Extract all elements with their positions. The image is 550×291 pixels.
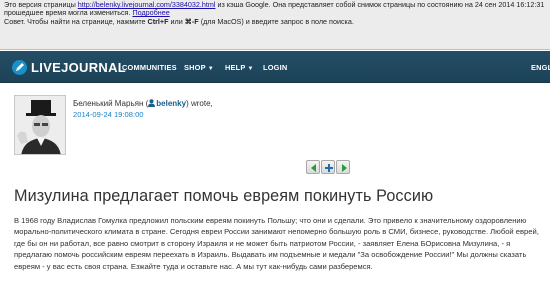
cached-page-link[interactable]: http://belenky.livejournal.com/3384032.h… bbox=[78, 1, 216, 9]
post-date[interactable]: 2014-09-24 19:08:00 bbox=[73, 110, 144, 119]
nav-login[interactable]: LOGIN bbox=[263, 63, 287, 72]
more-info-link[interactable]: Подробнее bbox=[132, 9, 169, 17]
username-link[interactable]: belenky bbox=[156, 99, 186, 108]
shortcut-key: ⌘-F bbox=[184, 17, 199, 26]
cache-text: (для MacOS) и введите запрос в поле поис… bbox=[198, 17, 354, 26]
nav-shop[interactable]: SHOP ▼ bbox=[184, 63, 214, 72]
cache-text: из кэша Google. Она представляет собой с… bbox=[215, 1, 546, 9]
cache-banner: Это версия страницы http://belenky.livej… bbox=[0, 0, 550, 50]
site-header: LIVEJOURNAL COMMUNITIES SHOP ▼ HELP ▼ LOGI… bbox=[0, 51, 550, 83]
nav-help[interactable]: HELP ▼ bbox=[225, 63, 254, 72]
cache-banner-line-2: прошедшее время могла измениться. Подроб… bbox=[4, 9, 546, 17]
cache-text: Это версия страницы bbox=[4, 1, 78, 9]
nav-login-label: LOGIN bbox=[263, 63, 288, 72]
add-to-memories-button[interactable] bbox=[321, 160, 335, 174]
plus-icon bbox=[325, 164, 333, 172]
nav-language-label: ENGL bbox=[531, 63, 550, 72]
nav-help-label: HELP bbox=[225, 63, 246, 72]
post-body: В 1968 году Владислав Гомулка предложил … bbox=[14, 216, 539, 271]
cache-banner-line-3: Совет. Чтобы найти на странице, нажмите … bbox=[4, 18, 546, 26]
user-icon[interactable] bbox=[148, 99, 156, 107]
cache-text: Совет. Чтобы найти на странице, нажмите bbox=[4, 17, 148, 26]
arrow-left-icon bbox=[311, 164, 316, 172]
next-entry-button[interactable] bbox=[336, 160, 350, 174]
nav-communities-label: COMMUNITIES bbox=[122, 63, 177, 72]
chevron-down-icon: ▼ bbox=[207, 66, 214, 72]
arrow-right-icon bbox=[342, 164, 347, 172]
chevron-down-icon: ▼ bbox=[247, 66, 254, 72]
livejournal-pencil-icon[interactable] bbox=[12, 60, 27, 75]
cache-text: или bbox=[168, 17, 185, 26]
livejournal-wordmark[interactable]: LIVEJOURNAL bbox=[31, 60, 126, 75]
avatar[interactable] bbox=[14, 95, 66, 155]
author-name: Беленький Марьян ( bbox=[73, 99, 149, 108]
wrote-label: ) wrote, bbox=[186, 99, 213, 108]
cache-text: прошедшее время могла измениться. bbox=[4, 9, 133, 18]
previous-entry-button[interactable] bbox=[306, 160, 320, 174]
nav-communities[interactable]: COMMUNITIES bbox=[122, 63, 177, 72]
entry-author-line: Беленький Марьян ( belenky) wrote, bbox=[73, 99, 213, 108]
shortcut-key: Ctrl+F bbox=[147, 17, 169, 26]
cache-banner-line-1: Это версия страницы http://belenky.livej… bbox=[4, 1, 546, 9]
nav-shop-label: SHOP bbox=[184, 63, 206, 72]
nav-language[interactable]: ENGL bbox=[531, 63, 550, 72]
post-title: Мизулина предлагает помочь евреям покину… bbox=[14, 187, 434, 205]
